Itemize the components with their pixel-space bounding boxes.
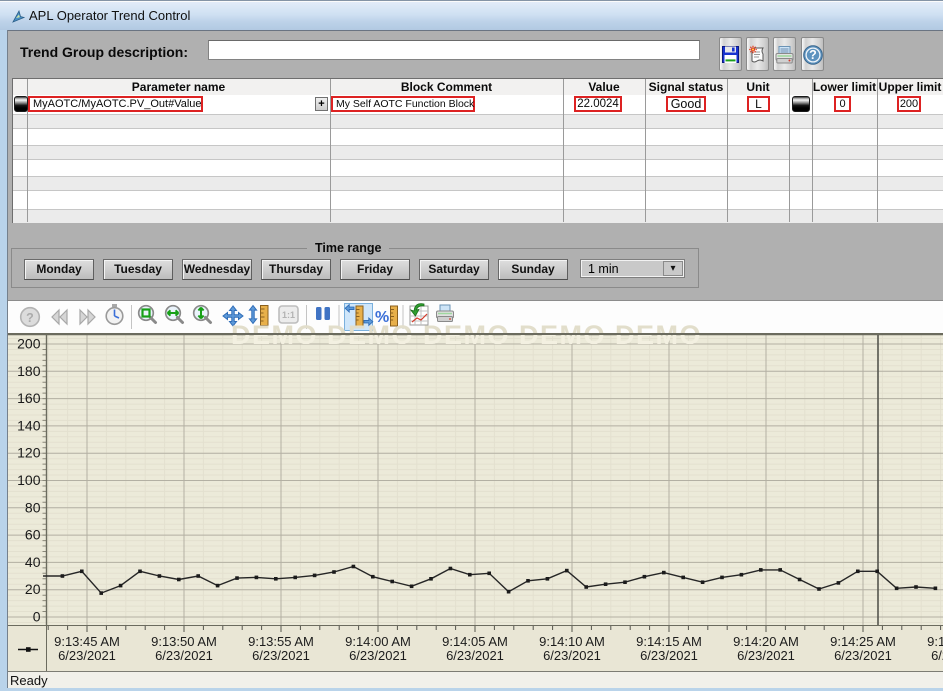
svg-text:0: 0 xyxy=(33,609,41,625)
svg-text:60: 60 xyxy=(25,527,41,543)
svg-text:120: 120 xyxy=(17,445,41,461)
svg-text:40: 40 xyxy=(25,554,41,570)
svg-text:?: ? xyxy=(809,48,817,62)
svg-text:1:1: 1:1 xyxy=(282,310,295,320)
svg-text:?: ? xyxy=(26,311,34,325)
svg-text:140: 140 xyxy=(17,417,41,433)
svg-text:160: 160 xyxy=(17,390,41,406)
svg-text:20: 20 xyxy=(25,581,41,597)
svg-text:180: 180 xyxy=(17,363,41,379)
svg-text:%: % xyxy=(375,309,389,326)
svg-text:200: 200 xyxy=(17,336,41,352)
svg-text:100: 100 xyxy=(17,472,41,488)
svg-text:80: 80 xyxy=(25,499,41,515)
